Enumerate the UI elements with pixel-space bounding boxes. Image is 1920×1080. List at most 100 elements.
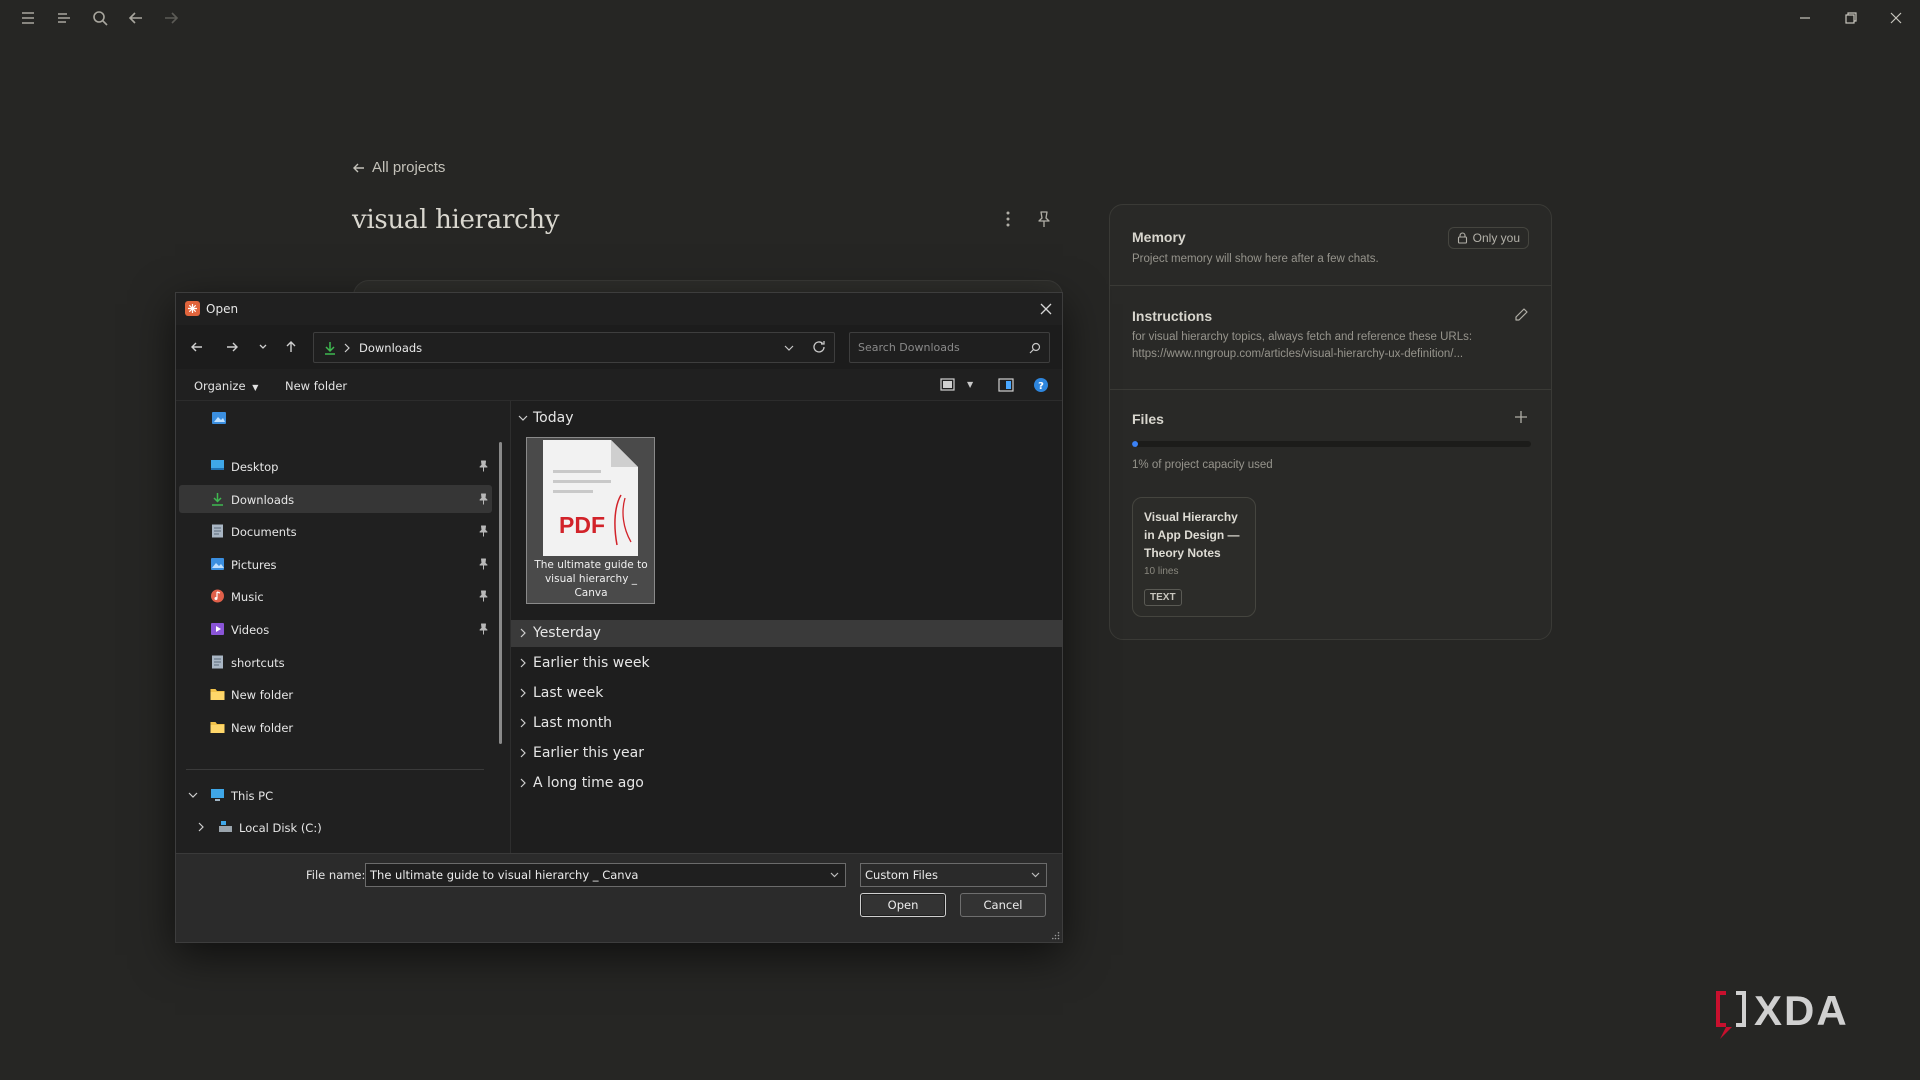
chevron-down-icon[interactable]	[830, 871, 839, 879]
sidebar-menu-icon[interactable]	[18, 8, 38, 28]
cancel-button[interactable]: Cancel	[960, 893, 1046, 917]
group-yesterday[interactable]: Yesterday	[511, 620, 1062, 647]
add-file-icon[interactable]	[1513, 409, 1529, 425]
file-type-select[interactable]: Custom Files	[860, 863, 1047, 887]
back-arrow-icon[interactable]	[126, 8, 146, 28]
group-earlier-this-week[interactable]: Earlier this week	[511, 650, 1062, 677]
chevron-down-icon[interactable]	[188, 790, 198, 800]
search-icon[interactable]	[1029, 342, 1041, 354]
nav-item-label: Music	[231, 590, 264, 605]
group-last-week[interactable]: Last week	[511, 680, 1062, 707]
nav-item-label: Pictures	[231, 557, 277, 572]
edit-pencil-icon[interactable]	[1513, 307, 1529, 323]
music-icon	[210, 589, 225, 603]
back-icon[interactable]	[187, 337, 207, 357]
help-icon[interactable]: ?	[1033, 377, 1049, 393]
open-file-dialog: Open Downloads Search Downloads Organize…	[175, 292, 1063, 943]
capacity-progress-fill	[1132, 441, 1139, 447]
group-earlier-this-year[interactable]: Earlier this year	[511, 740, 1062, 767]
organize-menu[interactable]: Organize ▼	[194, 379, 258, 393]
chats-list-icon[interactable]	[54, 8, 74, 28]
this-pc-label: This PC	[231, 789, 274, 803]
group-long-time-ago-label: A long time ago	[533, 775, 644, 791]
organize-label: Organize	[194, 379, 246, 393]
pin-icon[interactable]	[478, 558, 489, 570]
preview-pane-icon[interactable]	[998, 378, 1014, 392]
chevron-right-icon[interactable]	[196, 822, 206, 832]
address-history-dropdown-icon[interactable]	[784, 343, 794, 353]
new-folder-button[interactable]: New folder	[285, 379, 347, 393]
project-file-card[interactable]: Visual Hierarchy in App Design — Theory …	[1132, 497, 1256, 617]
file-list-pane: Today PDF The ultimate guide to visual h…	[511, 401, 1062, 853]
open-button[interactable]: Open	[860, 893, 946, 917]
chevron-right-icon	[518, 688, 528, 698]
memory-visibility-button[interactable]: Only you	[1447, 227, 1529, 249]
pin-icon[interactable]	[478, 590, 489, 602]
project-title: visual hierarchy	[352, 205, 560, 235]
address-location[interactable]: Downloads	[359, 341, 422, 355]
instructions-text[interactable]: for visual hierarchy topics, always fetc…	[1132, 329, 1472, 363]
refresh-icon[interactable]	[811, 339, 827, 355]
group-last-month[interactable]: Last month	[511, 710, 1062, 737]
pin-icon[interactable]	[478, 460, 489, 472]
navigation-pane: Desktop Downloads Documents Pictures Music Vi…	[176, 401, 510, 853]
chevron-down-icon	[1031, 871, 1040, 879]
app-icon	[185, 301, 200, 316]
chevron-right-icon	[518, 628, 528, 638]
nav-item-local-disk[interactable]: Local Disk (C:)	[179, 813, 492, 841]
forward-arrow-icon[interactable]	[161, 8, 181, 28]
caret-down-icon: ▼	[252, 383, 259, 392]
resize-grip-icon[interactable]	[1052, 932, 1060, 940]
all-projects-link[interactable]: All projects	[352, 159, 445, 176]
nav-item-videos[interactable]: Videos	[179, 615, 492, 643]
nav-item-pictures[interactable]: Pictures	[179, 550, 492, 578]
pin-icon[interactable]	[478, 623, 489, 635]
close-window-icon[interactable]	[1886, 8, 1906, 28]
file-type-badge: TEXT	[1144, 589, 1182, 606]
up-folder-icon[interactable]	[281, 337, 301, 357]
view-options-caret-icon[interactable]: ▼	[967, 380, 973, 389]
local-disk-label: Local Disk (C:)	[239, 821, 322, 835]
more-options-icon[interactable]	[998, 208, 1018, 230]
forward-icon[interactable]	[222, 337, 242, 357]
nav-item-new-folder[interactable]: New folder	[179, 680, 492, 708]
nav-item-label: shortcuts	[231, 655, 285, 670]
gallery-icon[interactable]	[211, 410, 227, 426]
recent-locations-icon[interactable]	[253, 337, 273, 357]
nav-item-downloads[interactable]: Downloads	[179, 484, 492, 513]
pdf-file-tile[interactable]: PDF The ultimate guide to visual hierarc…	[526, 437, 655, 604]
nav-scrollbar[interactable]	[499, 442, 502, 744]
nav-item-music[interactable]: Music	[179, 582, 492, 610]
pin-icon[interactable]	[478, 493, 489, 505]
dialog-footer: File name: The ultimate guide to visual …	[176, 853, 1062, 942]
nav-item-documents[interactable]: Documents	[179, 517, 492, 545]
computer-icon	[210, 788, 225, 802]
close-icon[interactable]	[1036, 299, 1056, 319]
chevron-down-icon	[518, 413, 528, 423]
pin-icon[interactable]	[1034, 208, 1054, 230]
nav-item-this-pc[interactable]: This PC	[179, 781, 492, 809]
nav-item-shortcuts[interactable]: shortcuts	[179, 648, 492, 676]
file-name-input[interactable]: The ultimate guide to visual hierarchy _…	[365, 863, 846, 887]
group-long-time-ago[interactable]: A long time ago	[511, 770, 1062, 797]
breadcrumb-chevron-icon	[343, 343, 351, 353]
pin-icon[interactable]	[478, 525, 489, 537]
drive-icon	[218, 820, 233, 834]
instructions-title: Instructions	[1132, 308, 1213, 324]
arrow-left-icon	[353, 163, 364, 172]
search-downloads-input[interactable]: Search Downloads	[849, 332, 1050, 363]
nav-item-label: Documents	[231, 525, 297, 540]
search-icon[interactable]	[90, 8, 110, 28]
minimize-icon[interactable]	[1795, 8, 1815, 28]
view-options-icon[interactable]	[940, 378, 956, 392]
address-bar[interactable]: Downloads	[313, 332, 835, 363]
restore-icon[interactable]	[1841, 8, 1861, 28]
file-card-lines: 10 lines	[1144, 566, 1179, 577]
capacity-progress-bar	[1132, 441, 1531, 447]
group-today[interactable]: Today	[511, 405, 1062, 432]
nav-item-desktop[interactable]: Desktop	[179, 452, 492, 480]
divider	[1110, 285, 1551, 286]
nav-item-new-folder[interactable]: New folder	[179, 713, 492, 741]
pictures-icon	[210, 557, 225, 571]
file-icon	[210, 655, 225, 669]
